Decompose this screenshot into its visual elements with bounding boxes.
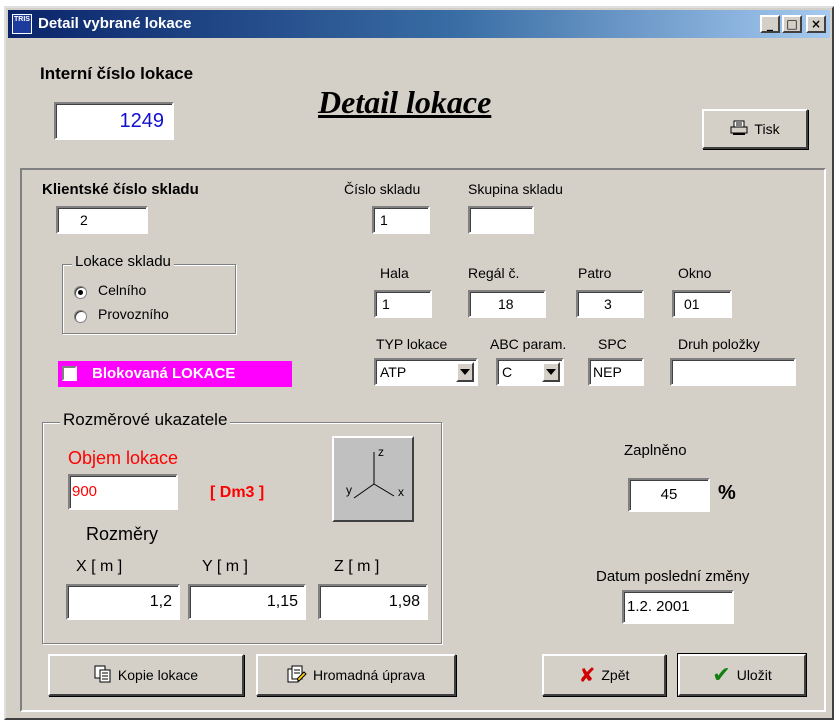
dialog-window: TRIS Detail vybrané lokace _ □ × Interní… bbox=[4, 6, 834, 720]
close-icon: × bbox=[810, 17, 822, 31]
close-button[interactable]: × bbox=[806, 15, 826, 33]
abc-param-label: ABC param. bbox=[490, 336, 567, 352]
patro-label: Patro bbox=[578, 265, 612, 281]
minimize-icon: _ bbox=[767, 17, 773, 31]
radio-celniho-label[interactable]: Celního bbox=[98, 282, 146, 298]
axis-x-label: x bbox=[398, 485, 404, 499]
hala-field[interactable]: 1 bbox=[374, 290, 432, 318]
chevron-down-icon bbox=[460, 369, 470, 375]
app-icon: TRIS bbox=[12, 14, 32, 34]
spc-field[interactable]: NEP bbox=[588, 358, 644, 386]
volume-field[interactable]: 900 bbox=[68, 474, 178, 510]
blocked-location-label: Blokovaná LOKACE bbox=[92, 365, 236, 382]
radio-provozniho-label[interactable]: Provozního bbox=[98, 306, 169, 322]
typ-lokace-label: TYP lokace bbox=[376, 336, 448, 352]
checkmark-icon: ✔ bbox=[712, 662, 731, 688]
warehouse-number-field[interactable]: 1 bbox=[372, 206, 430, 234]
y-dim-field[interactable]: 1,15 bbox=[188, 584, 306, 620]
printer-icon bbox=[730, 120, 748, 139]
warehouse-group-field[interactable] bbox=[468, 206, 534, 234]
bulk-edit-label: Hromadná úprava bbox=[312, 667, 426, 683]
print-button[interactable]: Tisk bbox=[702, 109, 808, 149]
title-bar[interactable]: TRIS Detail vybrané lokace _ □ × bbox=[8, 10, 830, 38]
maximize-button[interactable]: □ bbox=[782, 15, 802, 33]
back-button[interactable]: ✘ Zpět bbox=[542, 654, 666, 696]
typ-lokace-value: ATP bbox=[380, 364, 407, 380]
save-button[interactable]: ✔ Uložit bbox=[677, 653, 807, 697]
abc-param-dropdown-button[interactable] bbox=[542, 362, 560, 382]
spc-label: SPC bbox=[598, 336, 627, 352]
client-number-label: Klientské číslo skladu bbox=[42, 181, 199, 198]
regal-field[interactable]: 18 bbox=[468, 290, 546, 318]
axis-y-label: y bbox=[346, 483, 352, 497]
copy-location-label: Kopie lokace bbox=[117, 667, 199, 683]
last-change-field[interactable]: 1.2. 2001 bbox=[622, 590, 734, 624]
location-type-title: Lokace skladu bbox=[72, 253, 174, 270]
red-x-icon: ✘ bbox=[578, 663, 596, 687]
maximize-icon: □ bbox=[786, 17, 798, 31]
volume-label: Objem lokace bbox=[68, 448, 179, 468]
fill-unit: % bbox=[718, 482, 736, 504]
bulk-edit-button[interactable]: Hromadná úprava bbox=[256, 654, 456, 696]
druh-polozky-field[interactable] bbox=[670, 358, 796, 386]
radio-provozniho[interactable] bbox=[74, 310, 87, 323]
save-label: Uložit bbox=[736, 667, 772, 683]
hala-label: Hala bbox=[380, 265, 409, 281]
okno-label: Okno bbox=[678, 265, 712, 281]
internal-number-label: Interní číslo lokace bbox=[40, 64, 194, 83]
back-label: Zpět bbox=[601, 667, 630, 683]
y-dim-label: Y [ m ] bbox=[202, 558, 248, 575]
window-title: Detail vybrané lokace bbox=[38, 15, 192, 32]
warehouse-group-label: Skupina skladu bbox=[468, 181, 563, 197]
client-number-field[interactable]: 2 bbox=[56, 206, 148, 234]
location-type-group bbox=[62, 264, 236, 334]
app-icon-text: TRIS bbox=[14, 16, 30, 23]
checkbox-box[interactable] bbox=[62, 366, 77, 381]
patro-field[interactable]: 3 bbox=[576, 290, 644, 318]
axis-z-label: z bbox=[378, 445, 384, 459]
x-dim-field[interactable]: 1,2 bbox=[66, 584, 180, 620]
internal-number-field[interactable]: 1249 bbox=[54, 102, 174, 140]
typ-lokace-select[interactable]: ATP bbox=[374, 358, 478, 386]
abc-param-select[interactable]: C bbox=[496, 358, 564, 386]
druh-polozky-label: Druh položky bbox=[678, 336, 760, 352]
axes-icon: z y x bbox=[332, 436, 414, 522]
regal-label: Regál č. bbox=[468, 265, 520, 281]
z-dim-field[interactable]: 1,98 bbox=[318, 584, 428, 620]
copy-icon bbox=[94, 665, 112, 686]
last-change-label: Datum poslední změny bbox=[596, 568, 750, 585]
fill-field[interactable]: 45 bbox=[628, 478, 710, 512]
typ-lokace-dropdown-button[interactable] bbox=[456, 362, 474, 382]
print-label: Tisk bbox=[754, 121, 780, 137]
bulk-edit-icon bbox=[287, 665, 307, 686]
warehouse-number-label: Číslo skladu bbox=[344, 181, 421, 197]
radio-celniho[interactable] bbox=[74, 286, 87, 299]
copy-location-button[interactable]: Kopie lokace bbox=[48, 654, 244, 696]
dimensions-title: Rozměrové ukazatele bbox=[60, 410, 231, 430]
abc-param-value: C bbox=[502, 364, 513, 380]
page-title: Detail lokace bbox=[318, 84, 492, 120]
chevron-down-icon bbox=[546, 369, 556, 375]
volume-unit: [ Dm3 ] bbox=[210, 484, 265, 501]
x-dim-label: X [ m ] bbox=[76, 558, 123, 575]
blocked-location-checkbox[interactable]: Blokovaná LOKACE bbox=[58, 361, 292, 387]
minimize-button[interactable]: _ bbox=[760, 15, 780, 33]
sizes-label: Rozměry bbox=[86, 524, 159, 544]
z-dim-label: Z [ m ] bbox=[334, 558, 380, 575]
okno-field[interactable]: 01 bbox=[672, 290, 732, 318]
fill-label: Zaplněno bbox=[624, 442, 687, 459]
